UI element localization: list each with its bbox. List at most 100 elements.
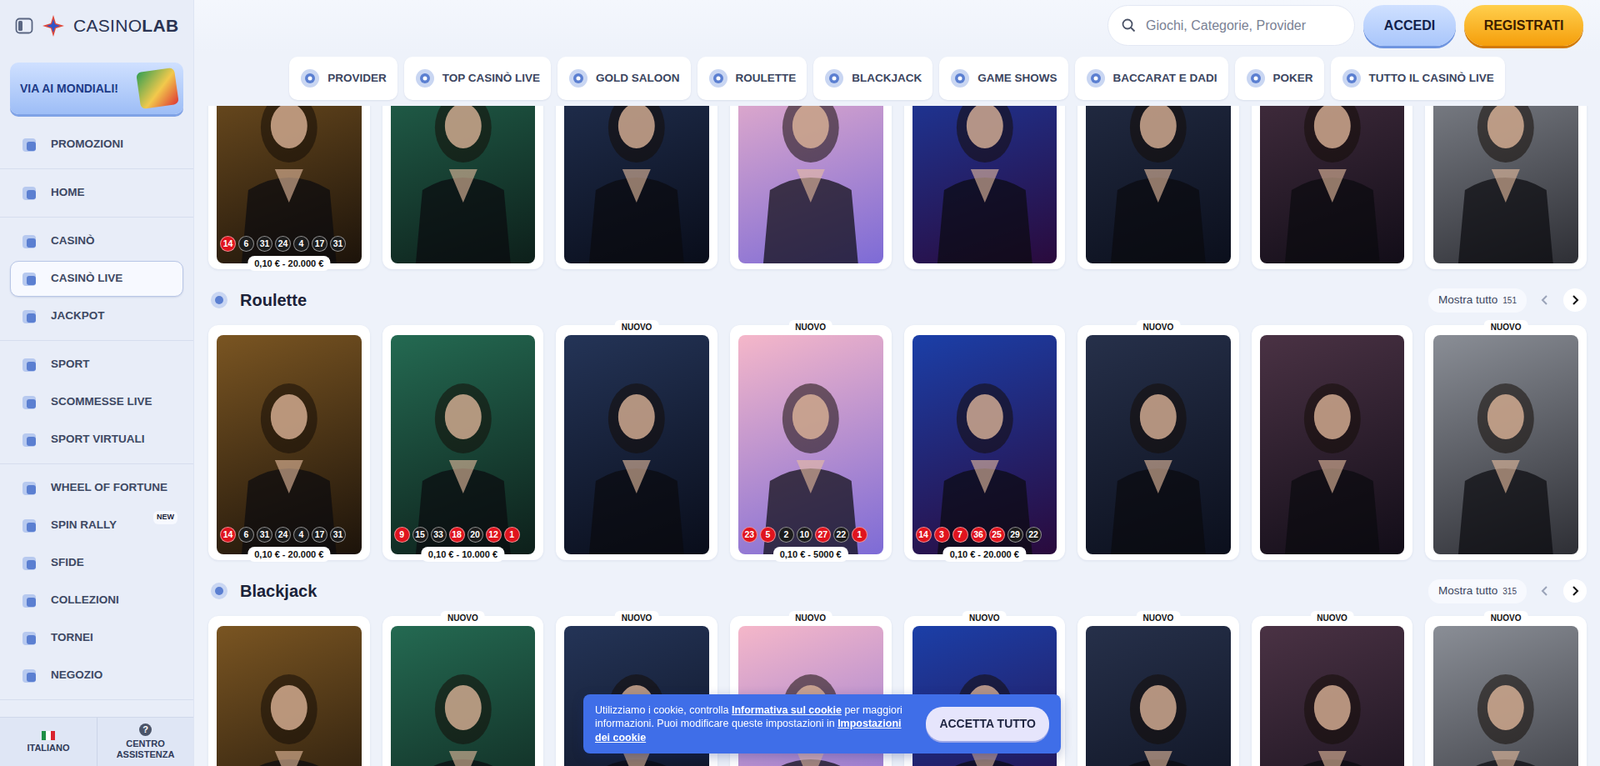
game-card[interactable] <box>1425 105 1587 270</box>
game-thumbnail[interactable]: 1463124417310,10 € - 20.000 € <box>216 335 362 555</box>
next-button[interactable] <box>1563 288 1587 312</box>
game-thumbnail[interactable] <box>1433 625 1579 766</box>
game-card[interactable] <box>208 615 370 766</box>
category-tab[interactable]: PROVIDER <box>289 56 398 100</box>
category-tab[interactable]: GOLD SALOON <box>557 56 691 100</box>
result-chip: 1 <box>504 526 520 543</box>
menu-icon <box>20 135 40 155</box>
sidebar-item[interactable]: SPIN RALLYNEW <box>10 507 184 544</box>
category-icon <box>1085 68 1106 89</box>
result-chip: 17 <box>311 235 328 252</box>
game-card[interactable]: NUOVO <box>1425 615 1587 766</box>
game-card[interactable] <box>1251 325 1414 560</box>
sidebar-item[interactable]: SCOMMESSE LIVE <box>10 384 184 420</box>
bet-range: 0,10 € - 20.000 € <box>247 546 330 563</box>
game-card[interactable] <box>1251 105 1414 270</box>
game-thumbnail[interactable] <box>1085 625 1231 766</box>
sidebar-item[interactable]: CASINÒ LIVE <box>10 260 184 297</box>
game-thumbnail[interactable] <box>390 105 536 264</box>
prev-button[interactable] <box>1533 579 1557 603</box>
game-card[interactable]: NUOVO <box>1425 325 1587 560</box>
game-thumbnail[interactable]: 1463124417310,10 € - 20.000 € <box>216 105 362 264</box>
game-thumbnail[interactable]: 9153318201210,10 € - 10.000 € <box>390 335 536 555</box>
recent-results: 915331820121 <box>394 526 533 543</box>
sidebar-group: CASINÒCASINÒ LIVEJACKPOT <box>0 217 194 341</box>
sidebar-item[interactable]: TORNEI <box>10 620 184 656</box>
game-thumbnail[interactable] <box>1260 335 1405 555</box>
game-thumbnail[interactable] <box>738 105 884 264</box>
category-tab[interactable]: POKER <box>1235 56 1325 100</box>
category-icon <box>824 68 845 89</box>
next-button[interactable] <box>1563 579 1587 603</box>
game-section: RouletteMostra tutto1511463124417310,10 … <box>194 283 1600 560</box>
game-card[interactable]: NUOVO <box>1077 325 1240 560</box>
game-card[interactable] <box>904 105 1066 270</box>
game-thumbnail[interactable] <box>912 105 1058 264</box>
game-card[interactable]: 1463124417310,10 € - 20.000 € <box>208 105 370 270</box>
sidebar-item[interactable]: JACKPOT <box>10 298 184 335</box>
logo-text[interactable]: CASINOLAB <box>73 12 179 40</box>
cookie-text-part: Utilizziamo i cookie, controlla <box>595 704 732 716</box>
game-card[interactable]: NUOVO <box>1251 615 1414 766</box>
category-tab[interactable]: ROULETTE <box>697 56 808 100</box>
tab-label: GOLD SALOON <box>595 70 680 87</box>
sidebar-item[interactable]: CASINÒ <box>10 223 184 260</box>
category-tab[interactable]: BACCARAT E DADI <box>1075 56 1229 100</box>
game-card[interactable]: NUOVO235210272210,10 € - 5000 € <box>730 325 892 560</box>
promo-card[interactable]: VIA AI MONDIALI! <box>10 62 184 115</box>
game-thumbnail[interactable] <box>1433 335 1579 555</box>
menu-icon <box>20 591 40 610</box>
cookie-policy-link[interactable]: Informativa sul cookie <box>731 704 842 716</box>
result-chip: 31 <box>330 526 346 543</box>
sidebar-item[interactable]: PROMOZIONI <box>10 126 184 163</box>
sidebar-item[interactable]: NEGOZIO <box>10 657 184 694</box>
help-button[interactable]: ?CENTRO ASSISTENZA <box>96 717 194 766</box>
game-thumbnail[interactable]: 1437362529220,10 € - 20.000 € <box>912 335 1058 555</box>
game-thumbnail[interactable] <box>390 625 536 766</box>
login-button[interactable]: ACCEDI <box>1363 5 1456 46</box>
search-field[interactable] <box>1107 5 1355 46</box>
game-thumbnail[interactable] <box>1085 335 1231 555</box>
sidebar-item[interactable]: SFIDE <box>10 545 184 581</box>
game-thumbnail[interactable] <box>1085 105 1231 264</box>
result-chip: 22 <box>1025 526 1042 543</box>
category-icon <box>708 68 729 89</box>
sidebar-item[interactable]: WHEEL OF FORTUNE <box>10 470 184 506</box>
game-card[interactable]: NUOVO <box>555 325 718 560</box>
game-card[interactable]: NUOVO <box>1077 615 1240 766</box>
sidebar-item[interactable]: SPORT VIRTUALI <box>10 421 184 458</box>
category-tab[interactable]: TOP CASINÒ LIVE <box>404 56 551 100</box>
register-button[interactable]: REGISTRATI <box>1464 5 1584 46</box>
game-thumbnail[interactable] <box>564 105 710 264</box>
show-all-button[interactable]: Mostra tutto151 <box>1428 288 1527 313</box>
show-all-button[interactable]: Mostra tutto315 <box>1428 579 1527 604</box>
game-thumbnail[interactable] <box>1260 625 1405 766</box>
game-card[interactable]: 1437362529220,10 € - 20.000 € <box>904 325 1066 560</box>
category-tab[interactable]: GAME SHOWS <box>939 56 1068 100</box>
sidebar-item[interactable]: COLLEZIONI <box>10 582 184 619</box>
category-tab[interactable]: TUTTO IL CASINÒ LIVE <box>1330 56 1505 100</box>
sidebar-item[interactable]: SPORT <box>10 346 184 383</box>
new-label: NUOVO <box>1310 610 1355 625</box>
category-tab[interactable]: BLACKJACK <box>813 56 933 100</box>
sidebar-item[interactable]: HOME <box>10 175 184 211</box>
game-card[interactable] <box>382 105 545 270</box>
game-card[interactable] <box>730 105 892 270</box>
game-card[interactable]: 9153318201210,10 € - 10.000 € <box>382 325 545 560</box>
language-button[interactable]: ITALIANO <box>0 717 97 766</box>
search-input[interactable] <box>1144 15 1341 37</box>
game-thumbnail[interactable] <box>564 335 710 555</box>
result-chip: 14 <box>915 526 932 543</box>
game-card[interactable] <box>555 105 718 270</box>
sidebar: CASINOLAB VIA AI MONDIALI! PROMOZIONI HOM… <box>0 0 195 766</box>
prev-button[interactable] <box>1533 288 1557 312</box>
game-card[interactable] <box>1077 105 1240 270</box>
game-thumbnail[interactable] <box>1260 105 1405 264</box>
accept-cookies-button[interactable]: ACCETTA TUTTO <box>925 706 1050 741</box>
game-thumbnail[interactable] <box>1433 105 1579 264</box>
chevron-right-icon <box>1570 585 1580 596</box>
game-thumbnail[interactable] <box>216 625 362 766</box>
game-card[interactable]: NUOVO <box>382 615 545 766</box>
game-thumbnail[interactable]: 235210272210,10 € - 5000 € <box>738 335 884 555</box>
game-card[interactable]: 1463124417310,10 € - 20.000 € <box>208 325 370 560</box>
